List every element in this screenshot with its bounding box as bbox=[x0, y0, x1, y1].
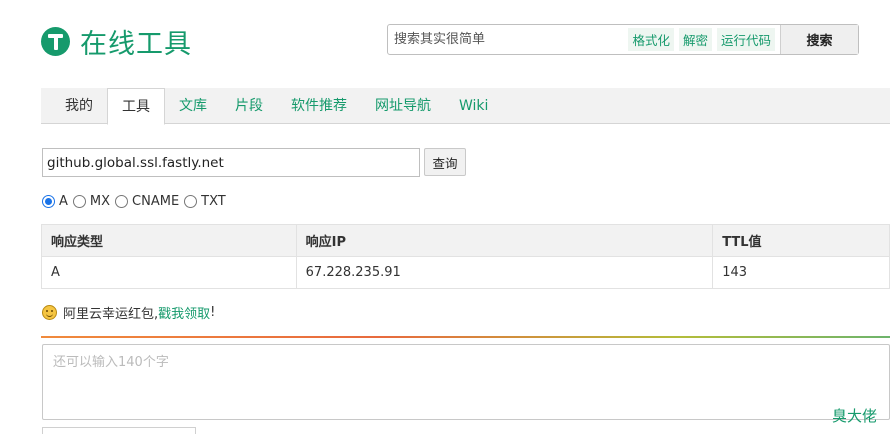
tab-software[interactable]: 软件推荐 bbox=[277, 88, 361, 123]
record-type-a[interactable]: A bbox=[42, 194, 68, 209]
search-input[interactable] bbox=[388, 25, 629, 54]
column-header-type: 响应类型 bbox=[41, 224, 297, 257]
domain-input[interactable] bbox=[42, 148, 420, 177]
tab-wiki[interactable]: Wiki bbox=[445, 88, 502, 123]
site-logo[interactable]: 在线工具 bbox=[41, 22, 192, 61]
radio-a-label: A bbox=[59, 194, 68, 209]
record-type-txt[interactable]: TXT bbox=[184, 194, 226, 209]
search-chip-format[interactable]: 格式化 bbox=[628, 28, 674, 51]
result-table: 响应类型 响应IP TTL值 A 67.228.235.91 143 bbox=[41, 224, 890, 289]
secondary-input-edge[interactable] bbox=[42, 427, 196, 434]
divider bbox=[41, 336, 890, 338]
author-signature[interactable]: 臭大佬 bbox=[832, 405, 877, 426]
search-button[interactable]: 搜索 bbox=[780, 25, 858, 54]
table-row: A 67.228.235.91 143 bbox=[41, 256, 890, 289]
promo-suffix: ! bbox=[210, 305, 216, 320]
radio-cname[interactable] bbox=[115, 195, 129, 208]
page: 在线工具 格式化 解密 运行代码 搜索 我的 工具 文库 片段 软件推荐 网址导… bbox=[0, 0, 890, 434]
promo-link[interactable]: 戳我领取 bbox=[158, 303, 210, 322]
radio-mx[interactable] bbox=[72, 195, 86, 208]
tab-mine[interactable]: 我的 bbox=[41, 88, 107, 123]
column-header-ip: 响应IP bbox=[295, 224, 714, 257]
table-header-row: 响应类型 响应IP TTL值 bbox=[41, 224, 890, 257]
search-bar: 格式化 解密 运行代码 搜索 bbox=[387, 24, 859, 55]
radio-a[interactable] bbox=[42, 195, 55, 208]
cell-ttl: 143 bbox=[712, 256, 890, 289]
column-header-ttl: TTL值 bbox=[712, 224, 890, 257]
site-title: 在线工具 bbox=[80, 29, 192, 60]
record-type-group: A MX CNAME TXT bbox=[42, 194, 231, 209]
search-chip-run-code[interactable]: 运行代码 bbox=[716, 28, 775, 51]
smiley-icon bbox=[42, 305, 57, 320]
tool-t-logo-icon bbox=[41, 27, 70, 56]
comment-textarea[interactable] bbox=[42, 344, 890, 420]
radio-mx-label: MX bbox=[89, 194, 111, 209]
radio-txt-label: TXT bbox=[201, 194, 226, 209]
radio-cname-label: CNAME bbox=[132, 194, 180, 209]
query-button[interactable]: 查询 bbox=[424, 148, 466, 176]
record-type-mx[interactable]: MX bbox=[72, 194, 111, 209]
tab-snippets[interactable]: 片段 bbox=[221, 88, 277, 123]
promo-banner: 阿里云幸运红包, 戳我领取 ! bbox=[42, 303, 215, 322]
record-type-cname[interactable]: CNAME bbox=[115, 194, 179, 209]
cell-ip: 67.228.235.91 bbox=[295, 256, 714, 289]
promo-text: 阿里云幸运红包, bbox=[63, 307, 159, 322]
main-tabs: 我的 工具 文库 片段 软件推荐 网址导航 Wiki bbox=[41, 88, 890, 125]
search-chip-decrypt[interactable]: 解密 bbox=[678, 28, 712, 51]
tab-library[interactable]: 文库 bbox=[165, 88, 221, 123]
cell-type: A bbox=[41, 256, 297, 289]
tab-tools[interactable]: 工具 bbox=[107, 88, 165, 125]
radio-txt[interactable] bbox=[184, 195, 198, 208]
tab-navigation[interactable]: 网址导航 bbox=[361, 88, 445, 123]
